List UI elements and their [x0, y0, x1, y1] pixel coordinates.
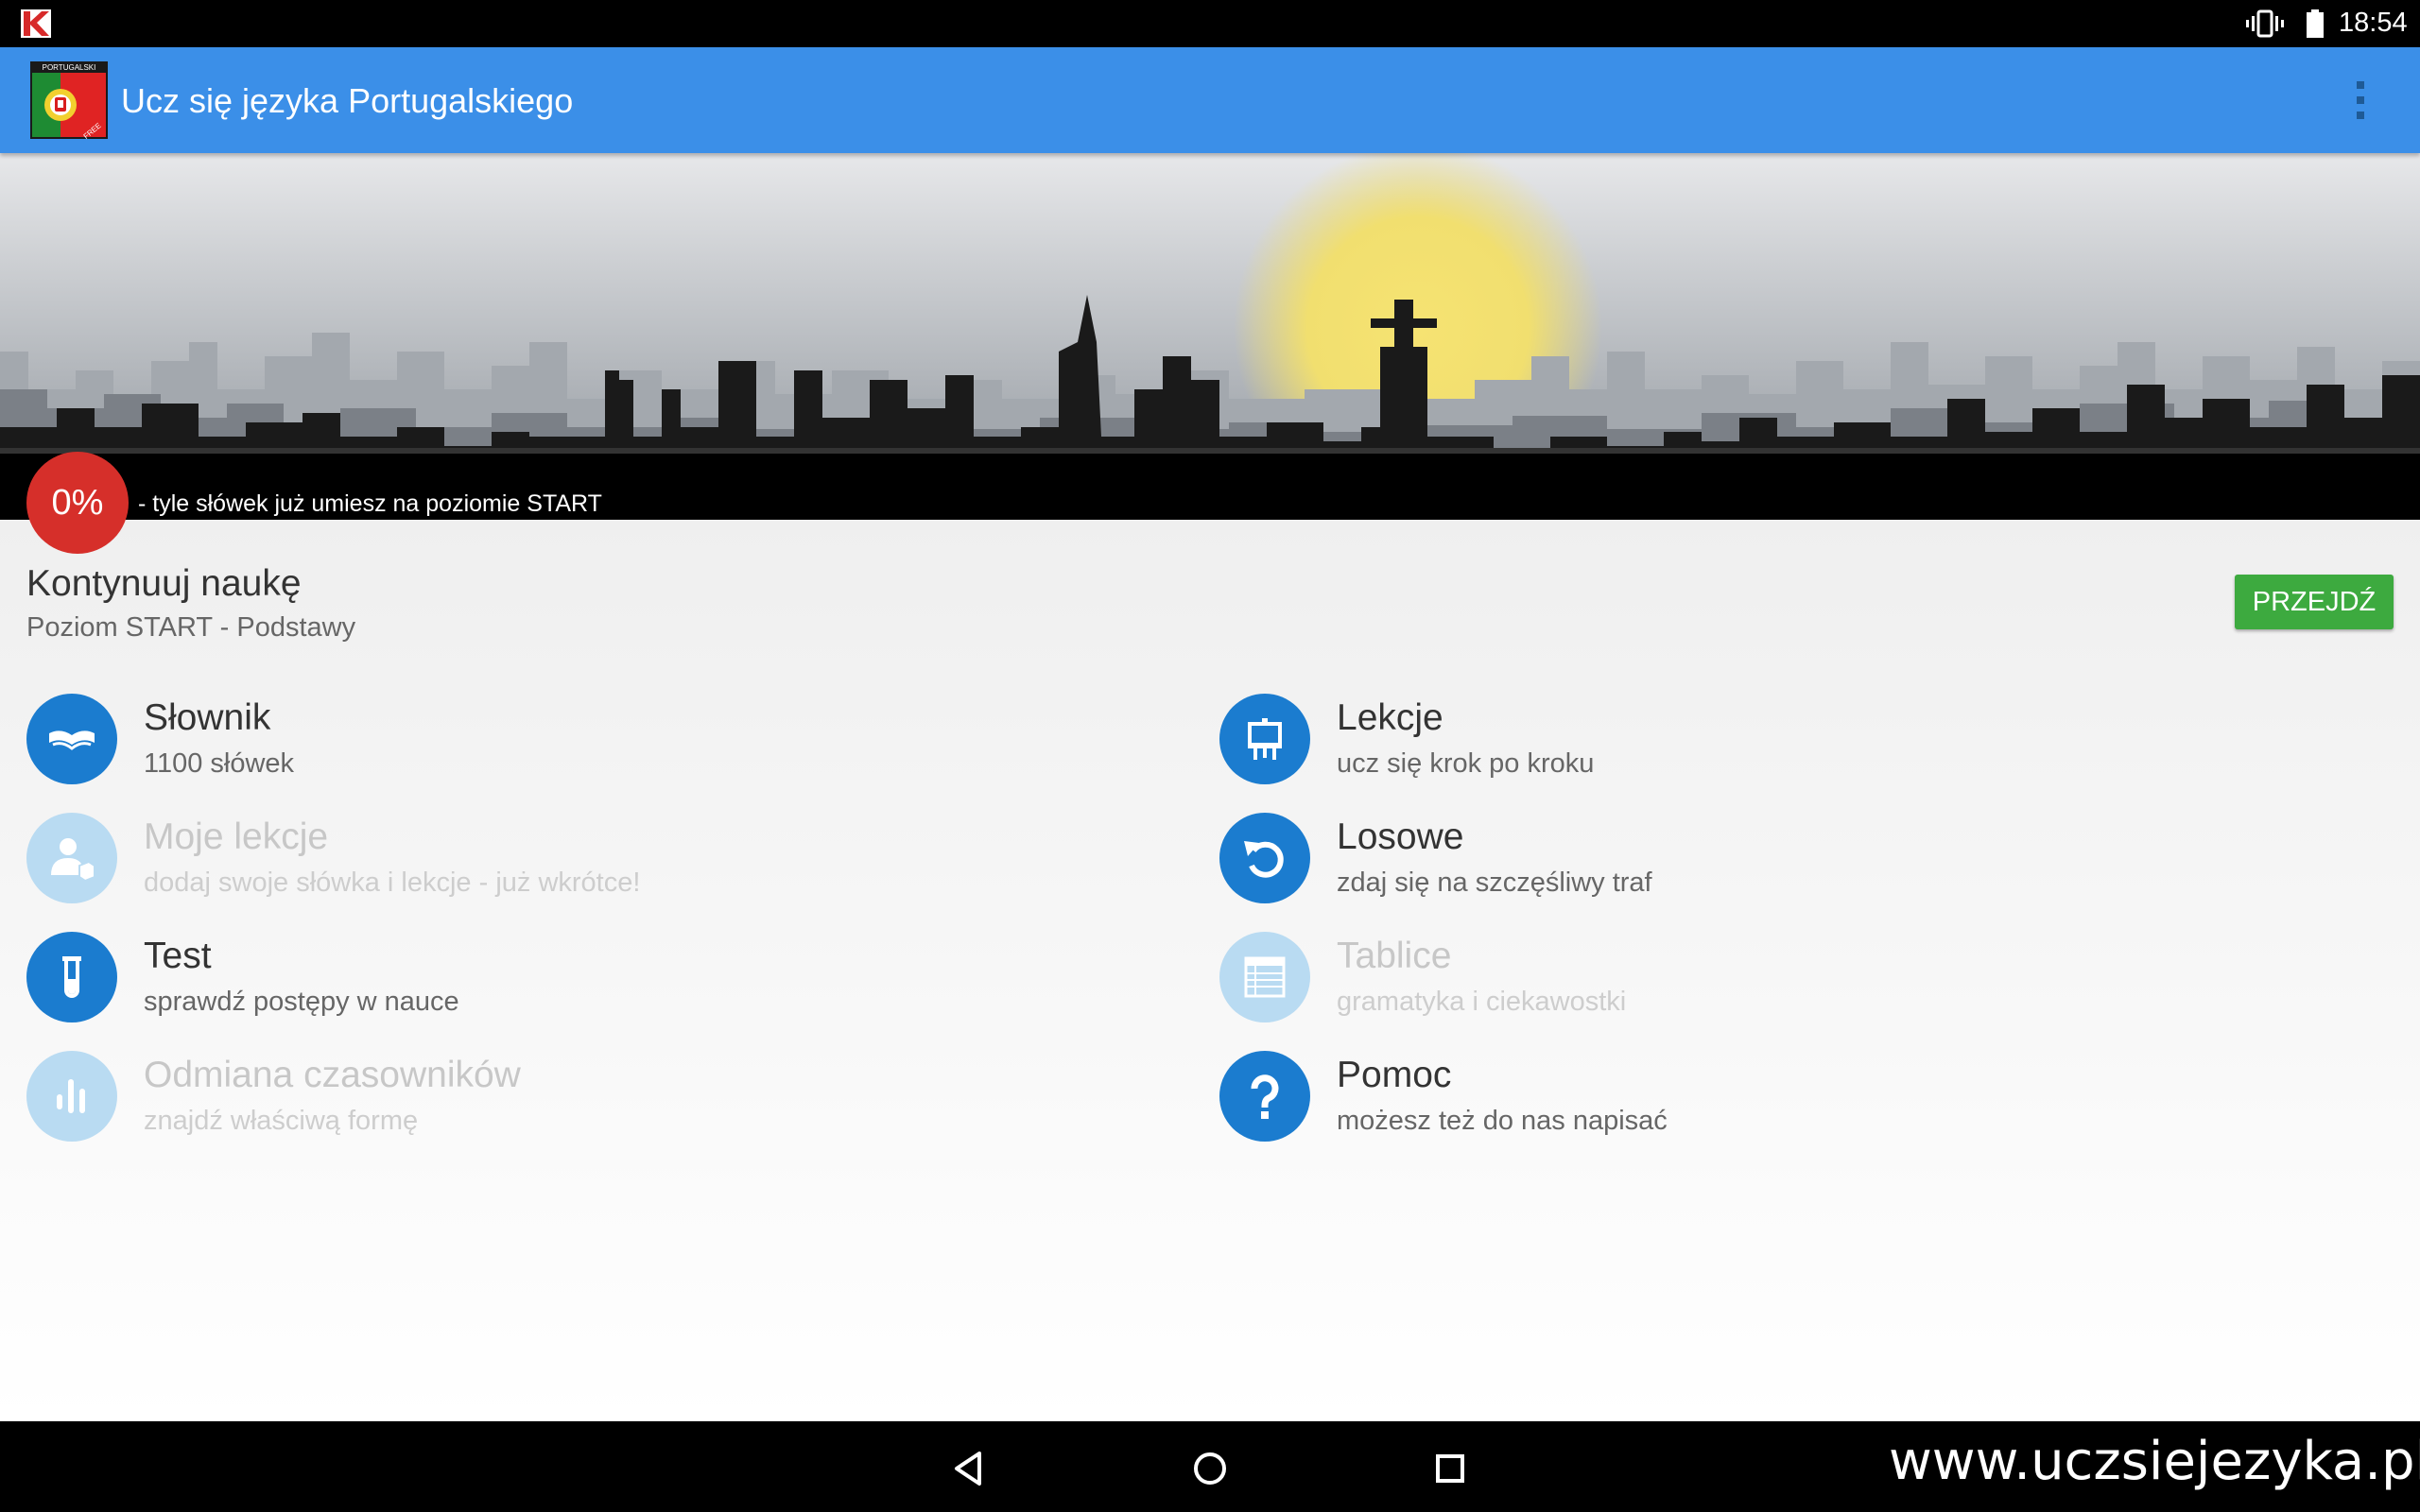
- battery-icon: [2307, 9, 2324, 38]
- more-vert-icon[interactable]: [2339, 74, 2382, 127]
- skyline-illustration: [0, 153, 2420, 520]
- kaspersky-icon: [21, 9, 51, 38]
- app-logo-label: PORTUGALSKI: [43, 63, 96, 72]
- question-icon: [1219, 1051, 1310, 1142]
- menu-item-subtitle: zdaj się na szczęśliwy traf: [1337, 868, 1652, 898]
- menu-item-tables: Tablice gramatyka i ciekawostki: [1219, 928, 2335, 1032]
- menu-item-subtitle: gramatyka i ciekawostki: [1337, 987, 1627, 1017]
- menu-item-random[interactable]: Losowe zdaj się na szczęśliwy traf: [1219, 809, 2335, 913]
- status-clock: 18:54: [2339, 8, 2408, 38]
- app-title: Ucz się języka Portugalskiego: [121, 81, 574, 120]
- progress-badge: 0%: [26, 452, 129, 554]
- menu-item-subtitle: znajdź właściwą formę: [144, 1106, 419, 1136]
- home-icon[interactable]: [1184, 1442, 1236, 1495]
- menu-item-title: Moje lekcje: [144, 816, 329, 857]
- menu-item-verb-conjugation: Odmiana czasowników znajdź właściwą form…: [26, 1047, 1142, 1151]
- menu-item-help[interactable]: Pomoc możesz też do nas napisać: [1219, 1047, 2335, 1151]
- menu-item-title: Lekcje: [1337, 697, 1443, 738]
- user-book-icon: [26, 813, 117, 903]
- continue-learning-level: Poziom START - Podstawy: [26, 612, 356, 643]
- menu-item-lessons[interactable]: Lekcje ucz się krok po kroku: [1219, 690, 2335, 794]
- lisbon-skyline-banner: [0, 153, 2420, 520]
- menu-item-test[interactable]: Test sprawdź postępy w nauce: [26, 928, 1142, 1032]
- back-icon[interactable]: [943, 1442, 996, 1495]
- menu-item-subtitle: dodaj swoje słówka i lekcje - już wkrótc…: [144, 868, 641, 898]
- app-bar: PORTUGALSKI FREE Ucz się języka Portugal…: [0, 47, 2420, 153]
- test-tube-icon: [26, 932, 117, 1022]
- menu-item-title: Losowe: [1337, 816, 1464, 857]
- undo-arrow-icon: [1219, 813, 1310, 903]
- bars-icon: [26, 1051, 117, 1142]
- menu-item-title: Pomoc: [1337, 1055, 1452, 1095]
- recents-icon[interactable]: [1424, 1442, 1477, 1495]
- menu-item-subtitle: możesz też do nas napisać: [1337, 1106, 1668, 1136]
- menu-item-title: Tablice: [1337, 936, 1452, 976]
- menu-item-subtitle: ucz się krok po kroku: [1337, 748, 1595, 779]
- menu-item-subtitle: sprawdź postępy w nauce: [144, 987, 459, 1017]
- go-button[interactable]: PRZEJDŹ: [2235, 575, 2394, 629]
- open-book-icon: [26, 694, 117, 784]
- watermark: www.uczsiejezyka.pl: [1889, 1431, 2420, 1492]
- menu-item-dictionary[interactable]: Słownik 1100 słówek: [26, 690, 1142, 794]
- easel-icon: [1219, 694, 1310, 784]
- app-logo-portugal-flag-icon: PORTUGALSKI FREE: [30, 61, 108, 139]
- menu-item-title: Słownik: [144, 697, 271, 738]
- continue-learning-title: Kontynuuj naukę: [26, 563, 302, 604]
- menu-item-subtitle: 1100 słówek: [144, 748, 295, 779]
- menu-item-title: Test: [144, 936, 212, 976]
- status-bar: 18:54: [0, 0, 2420, 47]
- menu-item-title: Odmiana czasowników: [144, 1055, 521, 1095]
- progress-caption: - tyle słówek już umiesz na poziomie STA…: [138, 490, 602, 517]
- table-icon: [1219, 932, 1310, 1022]
- menu-item-my-lessons: Moje lekcje dodaj swoje słówka i lekcje …: [26, 809, 1142, 913]
- vibrate-icon: [2246, 9, 2284, 38]
